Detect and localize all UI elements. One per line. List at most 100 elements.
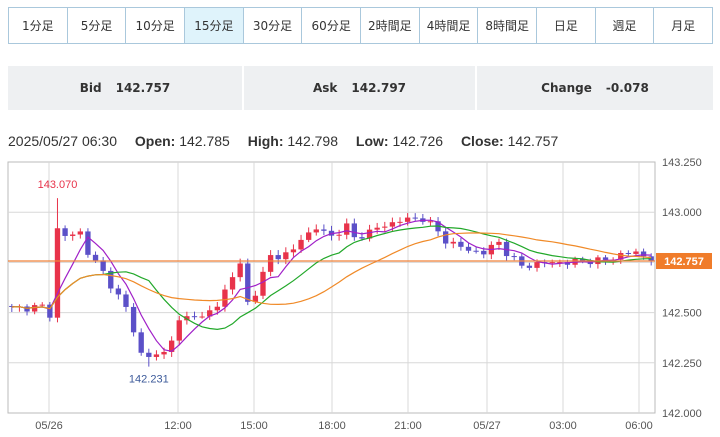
y-tick-label: 142.000 — [662, 408, 702, 420]
candle-body — [534, 262, 540, 268]
candle-body — [298, 239, 304, 250]
candle-body — [39, 304, 45, 306]
close-value: 142.757 — [507, 133, 559, 149]
timeframe-bar: 1分足 5分足 10分足 15分足 30分足 60分足 2時間足 4時間足 8時間足 日足 週足 月足 — [8, 7, 713, 44]
candle-body — [123, 294, 129, 307]
x-tick-label: 18:00 — [318, 420, 346, 432]
x-tick-label: 12:00 — [164, 420, 192, 432]
candle-body — [237, 263, 243, 278]
candle-body — [31, 305, 38, 312]
candle-body — [176, 320, 182, 341]
candle-body — [115, 288, 122, 295]
bid-label: Bid — [79, 81, 102, 95]
candle-body — [275, 255, 281, 260]
open-label: Open: — [134, 133, 176, 149]
x-tick-label: 21:00 — [394, 420, 422, 432]
candle-body — [290, 249, 297, 253]
bid-value: 142.757 — [115, 81, 171, 95]
candle-body — [153, 354, 160, 357]
timeframe-button[interactable]: 4時間足 — [419, 8, 479, 43]
candle-body — [511, 256, 517, 258]
candle-body — [336, 234, 342, 236]
low-value: 142.726 — [392, 133, 444, 149]
candle-body — [24, 306, 30, 312]
candle-body — [138, 332, 144, 353]
candle-body — [191, 316, 198, 318]
candle-body — [443, 231, 449, 244]
y-tick-label: 143.250 — [662, 157, 702, 169]
candle-body — [146, 352, 152, 357]
candle-body — [70, 234, 76, 236]
y-tick-label: 142.500 — [662, 308, 702, 320]
candle-body — [496, 241, 502, 245]
ask-panel: Ask 142.797 — [244, 66, 475, 110]
candlestick-chart[interactable]: 143.250143.000142.750142.500142.250142.0… — [0, 150, 720, 437]
close-label: Close: — [460, 133, 504, 149]
high-annotation: 143.070 — [38, 179, 78, 191]
ohlc-datetime: 2025/05/27 06:30 — [8, 133, 117, 149]
low-annotation: 142.231 — [129, 374, 169, 386]
timeframe-button[interactable]: 週足 — [595, 8, 655, 43]
candle-body — [54, 228, 61, 318]
candle-body — [481, 250, 487, 255]
candle-body — [313, 229, 319, 233]
candle-body — [450, 241, 456, 244]
ask-label: Ask — [312, 81, 338, 95]
timeframe-button[interactable]: 月足 — [654, 8, 713, 43]
candle-body — [85, 231, 91, 255]
y-tick-label: 143.000 — [662, 207, 702, 219]
candle-body — [465, 246, 472, 251]
candle-body — [267, 255, 274, 272]
candle-body — [549, 262, 555, 264]
candle-body — [473, 250, 479, 252]
candle-body — [161, 351, 167, 355]
timeframe-button[interactable]: 15分足 — [185, 8, 244, 43]
timeframe-button[interactable]: 8時間足 — [478, 8, 538, 43]
timeframe-button[interactable]: 2時間足 — [361, 8, 420, 43]
candle-body — [458, 241, 464, 247]
change-value: -0.078 — [605, 81, 649, 95]
candle-body — [374, 227, 380, 230]
candle-body — [283, 252, 289, 260]
candle-body — [602, 257, 609, 260]
candle-body — [526, 265, 533, 268]
candle-body — [229, 277, 236, 290]
candle-body — [62, 228, 68, 236]
candle-body — [633, 251, 639, 254]
current-price-label: 142.757 — [664, 256, 704, 268]
timeframe-button[interactable]: 30分足 — [243, 8, 303, 43]
candle-body — [344, 223, 350, 235]
change-label: Change — [541, 81, 592, 95]
candle-body — [382, 226, 388, 228]
bid-panel: Bid 142.757 — [8, 66, 242, 110]
candle-body — [222, 289, 228, 307]
candle-body — [199, 316, 205, 318]
x-tick-label: 05/27 — [473, 420, 501, 432]
candle-body — [260, 271, 266, 296]
high-value: 142.798 — [287, 133, 338, 149]
timeframe-button[interactable]: 10分足 — [126, 8, 186, 43]
open-value: 142.785 — [179, 133, 230, 149]
candle-body — [412, 217, 418, 219]
candle-body — [404, 217, 411, 222]
timeframe-button[interactable]: 1分足 — [9, 8, 68, 43]
candle-body — [351, 223, 357, 238]
candle-body — [427, 221, 434, 223]
candle-body — [214, 306, 220, 311]
timeframe-button[interactable]: 日足 — [537, 8, 596, 43]
candle-body — [100, 260, 106, 271]
candle-body — [321, 229, 327, 231]
timeframe-button[interactable]: 60分足 — [302, 8, 362, 43]
candle-body — [92, 254, 99, 261]
change-panel: Change -0.078 — [477, 66, 713, 110]
candle-body — [306, 232, 312, 240]
timeframe-button[interactable]: 5分足 — [67, 8, 127, 43]
y-tick-label: 142.250 — [662, 358, 702, 370]
candle-body — [397, 221, 403, 223]
ohlc-summary: 2025/05/27 06:30 Open: 142.785 High: 142… — [8, 133, 558, 149]
low-label: Low: — [355, 133, 389, 149]
high-label: High: — [247, 133, 284, 149]
candle-body — [625, 252, 632, 254]
x-tick-label: 03:00 — [549, 420, 577, 432]
candle-body — [245, 263, 251, 302]
